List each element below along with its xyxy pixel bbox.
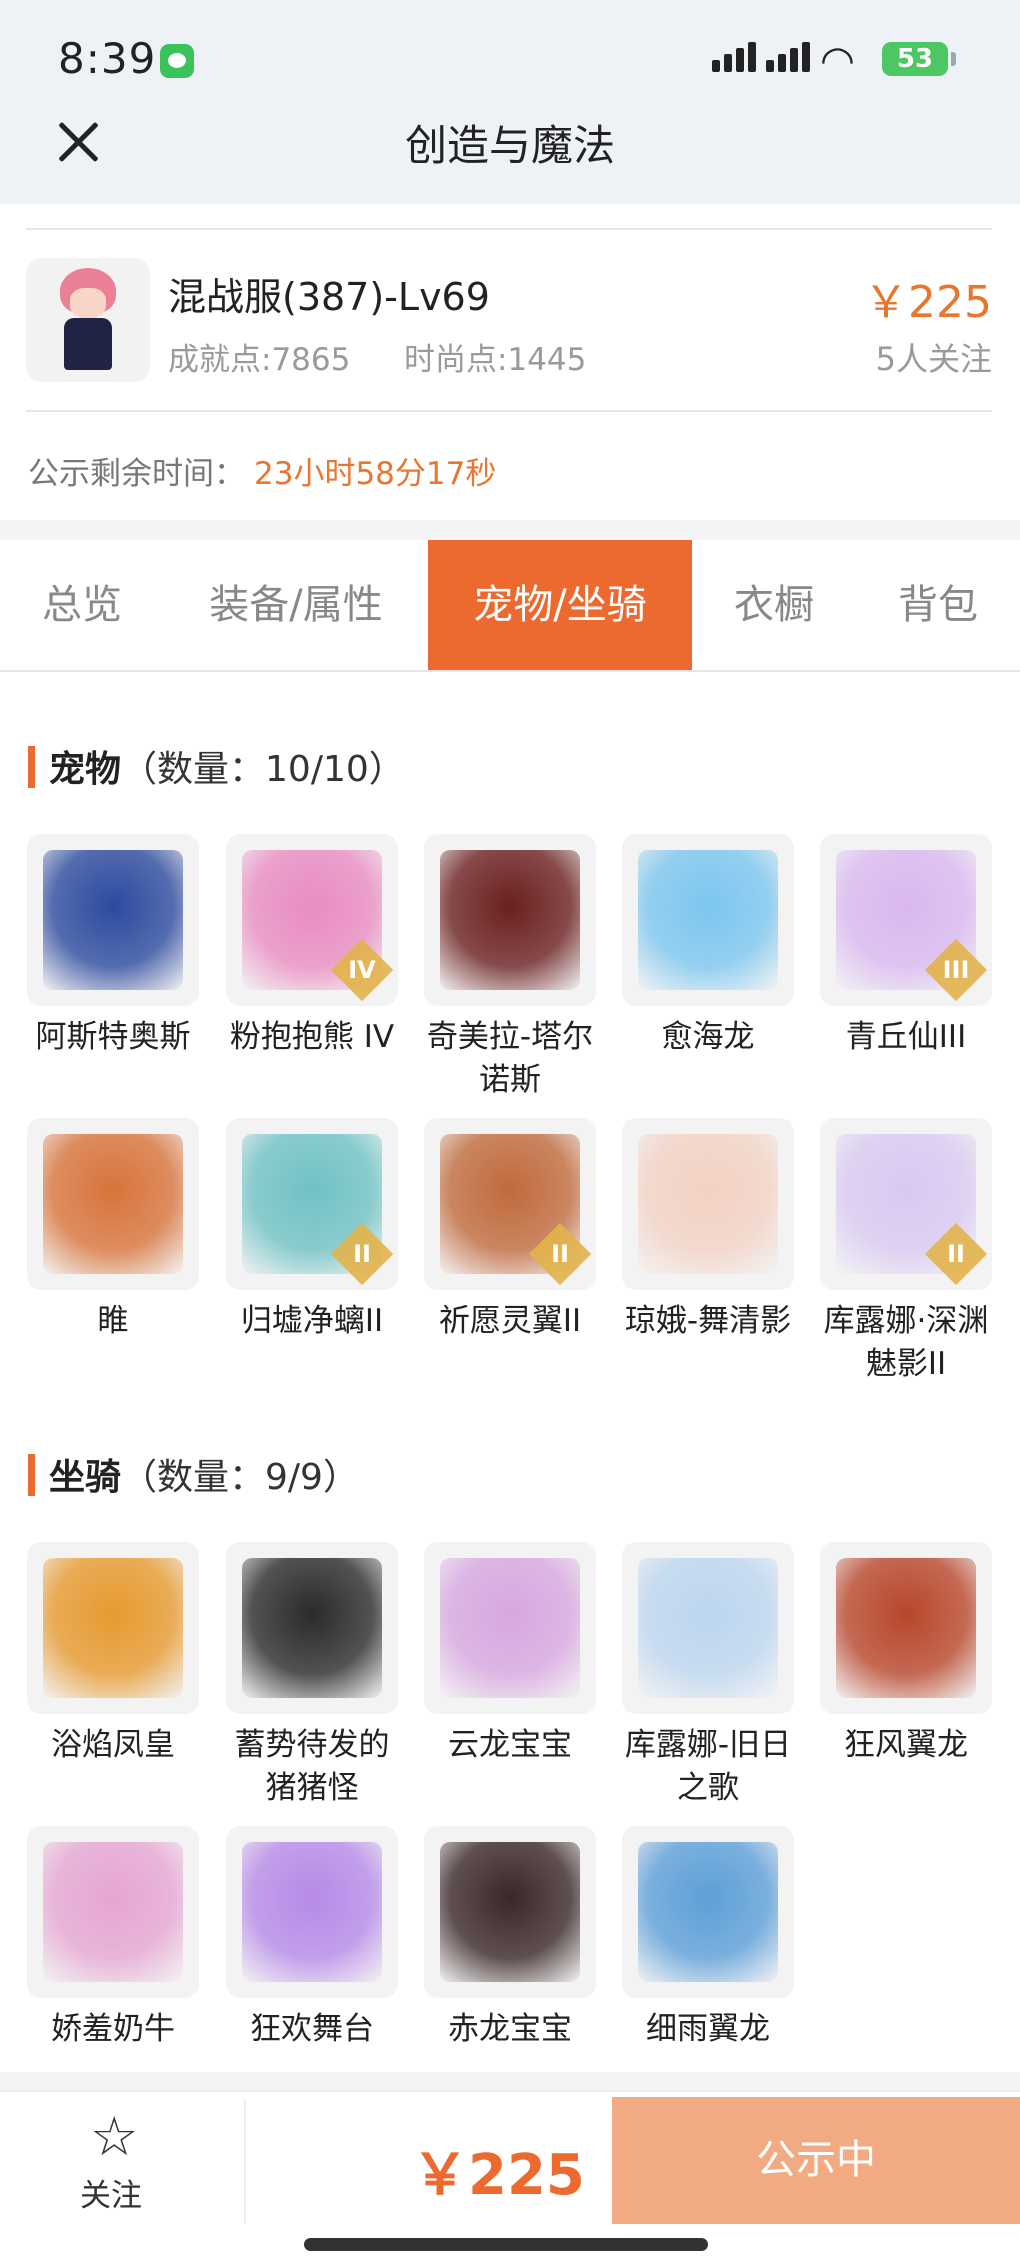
home-indicator [304, 2238, 708, 2251]
grid-item[interactable]: II 归墟净螭II [226, 1118, 398, 1343]
item-thumbnail [226, 1826, 398, 1998]
divider [26, 228, 992, 230]
grid-item[interactable]: 奇美拉-塔尔诺斯 [424, 834, 596, 1102]
item-name: 睢 [97, 1303, 129, 1339]
server-level: 混战服(387)-Lv69 [168, 275, 490, 319]
follower-count: 5人关注 [875, 340, 992, 378]
grid-item[interactable]: 睢 [27, 1118, 199, 1343]
wifi-icon: ◠ [820, 38, 855, 84]
item-name: 赤龙宝宝 [448, 2011, 572, 2047]
item-name: 狂欢舞台 [250, 2011, 374, 2047]
item-thumbnail [226, 1542, 398, 1714]
item-name: 阿斯特奥斯 [35, 1019, 191, 1055]
message-icon [160, 44, 194, 78]
item-thumbnail [27, 1826, 199, 1998]
item-thumbnail [622, 834, 794, 1006]
footer-price: ￥225 [412, 2143, 585, 2208]
item-thumbnail: II [424, 1118, 596, 1290]
item-thumbnail [820, 1542, 992, 1714]
item-name: 琼娥-舞清影 [624, 1303, 792, 1339]
item-name: 浴焰凤皇 [51, 1727, 175, 1763]
mounts-section-title: 坐骑（数量：9/9） [28, 1448, 359, 1500]
item-name: 蓄势待发的猪猪怪 [234, 1727, 390, 1806]
tab-pets-mounts[interactable]: 宠物/坐骑 [428, 540, 692, 670]
item-name: 粉抱抱熊 IV [229, 1019, 395, 1055]
fashion-points: 时尚点:1445 [404, 342, 587, 378]
item-name: 库露娜·深渊魅影II [823, 1303, 989, 1382]
grid-item[interactable]: IV 粉抱抱熊 IV [226, 834, 398, 1059]
battery-icon: 53 [882, 42, 948, 76]
item-name: 库露娜-旧日之歌 [624, 1727, 792, 1806]
tier-badge: IV [348, 956, 376, 984]
follow-button[interactable]: 关注 [80, 2170, 142, 2215]
star-icon[interactable]: ☆ [90, 2110, 138, 2164]
tier-badge: II [947, 1240, 965, 1268]
item-name: 娇羞奶牛 [51, 2011, 175, 2047]
tier-badge: III [942, 956, 970, 984]
grid-item[interactable]: 愈海龙 [622, 834, 794, 1059]
grid-item[interactable]: 狂欢舞台 [226, 1826, 398, 2051]
grid-item[interactable]: 阿斯特奥斯 [27, 834, 199, 1059]
grid-item[interactable]: 琼娥-舞清影 [622, 1118, 794, 1343]
item-thumbnail: II [820, 1118, 992, 1290]
grid-item[interactable]: 细雨翼龙 [622, 1826, 794, 2051]
item-thumbnail [424, 1542, 596, 1714]
item-name: 愈海龙 [661, 1019, 755, 1055]
item-thumbnail [27, 1542, 199, 1714]
achievement-points: 成就点:7865 [168, 342, 351, 378]
item-thumbnail [27, 1118, 199, 1290]
tab-overview[interactable]: 总览 [0, 540, 164, 670]
item-thumbnail [424, 1826, 596, 1998]
grid-item[interactable]: 库露娜-旧日之歌 [622, 1542, 794, 1810]
divider [26, 410, 992, 412]
grid-item[interactable]: 云龙宝宝 [424, 1542, 596, 1767]
price: ￥225 [864, 277, 992, 328]
grid-item[interactable]: II 祈愿灵翼II [424, 1118, 596, 1343]
tab-wardrobe[interactable]: 衣橱 [692, 540, 856, 670]
item-thumbnail: II [226, 1118, 398, 1290]
signal-icon [712, 42, 810, 72]
grid-item[interactable]: 蓄势待发的猪猪怪 [226, 1542, 398, 1810]
grid-item[interactable]: 狂风翼龙 [820, 1542, 992, 1767]
tier-badge: II [353, 1240, 371, 1268]
timer-label: 公示剩余时间： [28, 456, 245, 492]
public-status-button[interactable]: 公示中 [612, 2097, 1020, 2224]
item-thumbnail [424, 834, 596, 1006]
tier-badge: II [551, 1240, 569, 1268]
divider [244, 2100, 246, 2224]
item-name: 祈愿灵翼II [438, 1303, 582, 1339]
item-name: 云龙宝宝 [448, 1727, 572, 1763]
item-thumbnail: III [820, 834, 992, 1006]
item-thumbnail [622, 1826, 794, 1998]
item-name: 狂风翼龙 [844, 1727, 968, 1763]
item-name: 青丘仙III [845, 1019, 967, 1055]
grid-item[interactable]: 赤龙宝宝 [424, 1826, 596, 2051]
grid-item[interactable]: 浴焰凤皇 [27, 1542, 199, 1767]
tab-backpack[interactable]: 背包 [856, 540, 1020, 670]
status-time: 8:39 [58, 34, 157, 83]
tab-equipment[interactable]: 装备/属性 [164, 540, 428, 670]
page-title: 创造与魔法 [404, 121, 615, 170]
battery-tip [951, 52, 956, 66]
item-thumbnail [622, 1542, 794, 1714]
item-thumbnail: IV [226, 834, 398, 1006]
item-name: 细雨翼龙 [646, 2011, 770, 2047]
timer-value: 23小时58分17秒 [254, 456, 497, 492]
item-name: 归墟净螭II [240, 1303, 384, 1339]
item-thumbnail [27, 834, 199, 1006]
pets-section-title: 宠物（数量：10/10） [28, 740, 405, 792]
item-name: 奇美拉-塔尔诺斯 [426, 1019, 594, 1098]
avatar[interactable] [26, 258, 150, 382]
grid-item[interactable]: 娇羞奶牛 [27, 1826, 199, 2051]
item-thumbnail [622, 1118, 794, 1290]
grid-item[interactable]: II 库露娜·深渊魅影II [820, 1118, 992, 1386]
grid-item[interactable]: III 青丘仙III [820, 834, 992, 1059]
